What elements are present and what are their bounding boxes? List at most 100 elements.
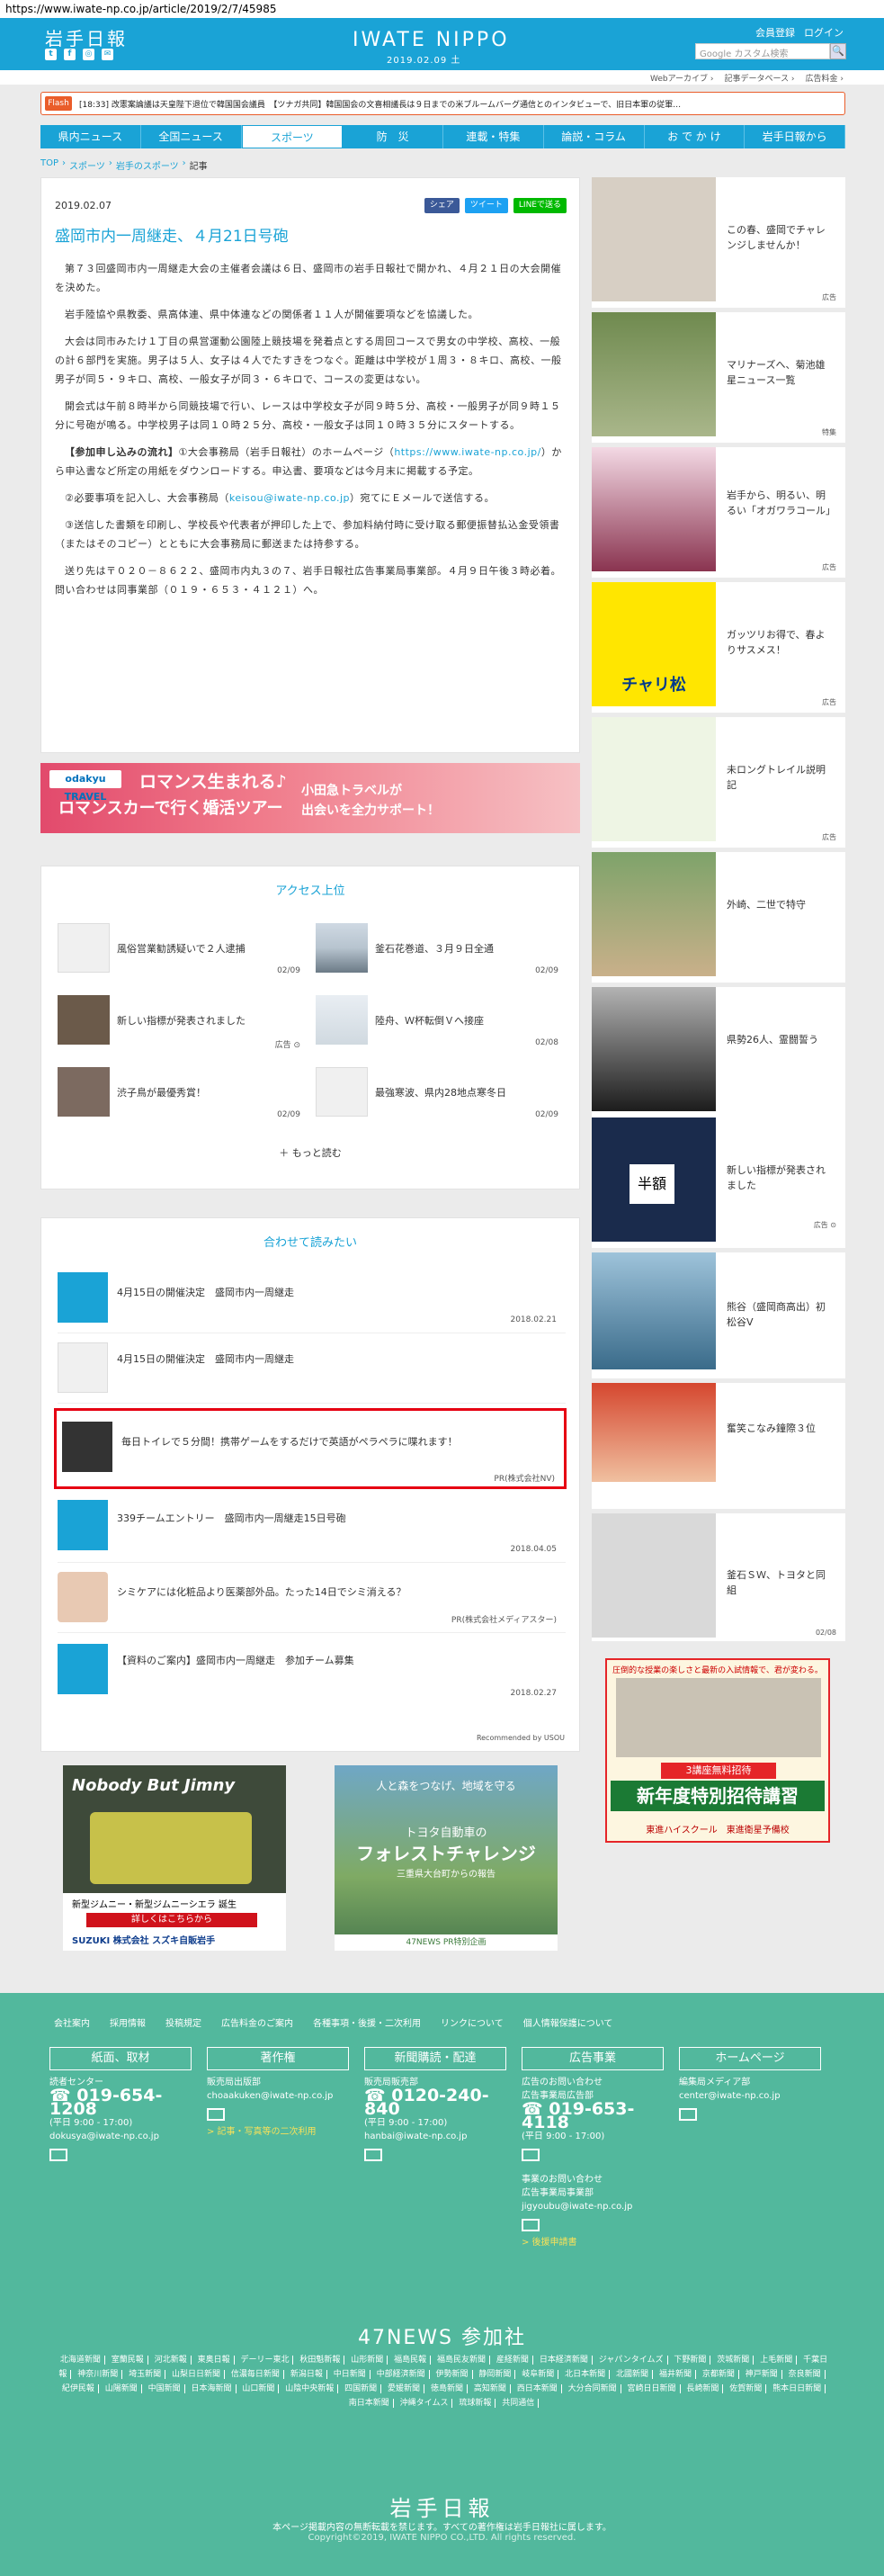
gnav-sports[interactable]: スポーツ — [241, 125, 344, 148]
ranking-item[interactable]: 陸舟、Ｗ杯転倒Ｖへ接座 02/08 — [316, 988, 558, 1047]
side-item[interactable]: チャリ松 ガッツリお得で、春よりサスメス！ 広告 — [592, 582, 845, 713]
email-link[interactable]: keisou@iwate-np.co.jp — [229, 492, 350, 504]
toyota-forest-ad[interactable]: 人と森をつなげ、地域を守る トヨタ自動車の フォレストチャレンジ 三重県大台町か… — [335, 1765, 558, 1951]
homepage-link[interactable]: https://www.iwate-np.co.jp/ — [394, 446, 541, 458]
mail-icon[interactable] — [679, 2108, 697, 2121]
47news-member-link[interactable]: 上毛新聞 — [756, 2356, 798, 2365]
footer-link-company[interactable]: 会社案内 — [54, 2015, 90, 2029]
facebook-share-button[interactable]: シェア — [424, 198, 460, 213]
47news-member-link[interactable]: 福井新聞 — [655, 2370, 696, 2379]
47news-member-link[interactable]: 岐阜新聞 — [518, 2370, 559, 2379]
47news-member-link[interactable]: 山梨日日新聞 — [168, 2370, 226, 2379]
47news-member-link[interactable]: 静岡新聞 — [475, 2370, 516, 2379]
47news-member-link[interactable]: 下野新聞 — [670, 2356, 711, 2365]
member-register-link[interactable]: 会員登録 — [755, 25, 795, 40]
twitter-share-button[interactable]: ツイート — [464, 198, 508, 213]
47news-member-link[interactable]: 伊勢新聞 — [432, 2370, 473, 2379]
47news-member-link[interactable]: 中部経済新聞 — [372, 2370, 430, 2379]
footer-link-privacy[interactable]: 個人情報保護について — [523, 2015, 613, 2029]
47news-member-link[interactable]: ジャパンタイムズ — [594, 2356, 668, 2365]
related-item[interactable]: 4月15日の開催決定 盛岡市内一周継走 2018.02.21 — [58, 1263, 566, 1333]
gnav-prefecture-news[interactable]: 県内ニュース — [40, 125, 141, 148]
related-item[interactable]: 4月15日の開催決定 盛岡市内一周継走 — [58, 1333, 566, 1404]
47news-member-link[interactable]: 福島民友新聞 — [433, 2356, 491, 2365]
side-item[interactable]: 半額 新しい指標が発表されました 広告 ⊙ — [592, 1117, 845, 1248]
ranking-item[interactable]: 最強寒波、県内28地点寒冬日 02/09 — [316, 1060, 558, 1119]
side-item[interactable]: マリナーズへ、菊池雄星ニュース一覧 特集 — [592, 312, 845, 443]
footer-link-submission[interactable]: 投稿規定 — [165, 2015, 201, 2029]
47news-member-link[interactable]: 山陰中央新報 — [281, 2384, 339, 2393]
mail-icon[interactable] — [49, 2149, 67, 2161]
ranking-item[interactable]: 新しい指標が発表されました 広告 ⊙ — [58, 988, 300, 1050]
footer-email[interactable]: dokusya@iwate-np.co.jp — [49, 2130, 192, 2143]
47news-member-link[interactable]: 日本経済新聞 — [535, 2356, 593, 2365]
gnav-editorial[interactable]: 論説・コラム — [544, 125, 645, 148]
47news-member-link[interactable]: 新潟日報 — [286, 2370, 327, 2379]
ranking-item[interactable]: 釜石花巻道、３月９日全通 02/09 — [316, 916, 558, 975]
mail-icon[interactable] — [522, 2219, 540, 2231]
more-button[interactable]: ＋ もっと読む — [41, 1145, 579, 1160]
47news-member-link[interactable]: 秋田魁新報 — [296, 2356, 345, 2365]
recommended-by[interactable]: Recommended by USOU — [477, 1734, 565, 1742]
phone-number[interactable]: ☎ 0120-240-840 — [364, 2087, 506, 2118]
footer-link-linking[interactable]: リンクについて — [441, 2015, 504, 2029]
odakyu-ad-banner[interactable]: odakyu TRAVEL ロマンス生まれる♪ ロマンスカーで行く婚活ツアー 小… — [40, 763, 580, 833]
mail-icon[interactable]: ✉ — [102, 49, 113, 60]
login-link[interactable]: ログイン — [804, 25, 844, 40]
47news-member-link[interactable]: 東奥日報 — [193, 2356, 235, 2365]
47news-member-link[interactable]: 南日本新聞 — [344, 2399, 394, 2408]
47news-member-link[interactable]: 四国新聞 — [341, 2384, 382, 2393]
47news-member-link[interactable]: 共同通信 — [498, 2399, 540, 2408]
47news-member-link[interactable]: 高知新聞 — [469, 2384, 511, 2393]
related-item[interactable]: 【資料のご案内】盛岡市内一周継走 参加チーム募集 2018.02.27 — [58, 1633, 566, 1705]
flash-news-bar[interactable]: Flash [18:33] 改憲案論議は天皇陛下退位で韓国国会議員 【ツナガ共同… — [40, 92, 845, 115]
footer-link-recruit[interactable]: 採用情報 — [110, 2015, 146, 2029]
47news-member-link[interactable]: 日本海新聞 — [187, 2384, 237, 2393]
47news-member-link[interactable]: 沖縄タイムス — [396, 2399, 453, 2408]
search-input[interactable]: Google カスタム検索 — [695, 43, 830, 59]
gnav-from-nippo[interactable]: 岩手日報から — [745, 125, 845, 148]
gnav-outing[interactable]: お で か け — [645, 125, 746, 148]
ranking-item[interactable]: 風俗営業勧誘疑いで２人逮捕 02/09 — [58, 916, 300, 975]
subnav-link-archive[interactable]: Webアーカイブ › — [650, 72, 714, 84]
47news-member-link[interactable]: 琉球新報 — [455, 2399, 496, 2408]
breadcrumb-top[interactable]: TOP — [40, 158, 58, 172]
side-item[interactable]: 奮笑こなみ鐘際３位 — [592, 1383, 845, 1509]
gnav-disaster[interactable]: 防 災 — [343, 125, 443, 148]
search-button[interactable]: 🔍 — [830, 43, 846, 59]
highlighted-pr-item[interactable]: 毎日トイレで５分間！携帯ゲームをするだけで英語がペラペラに喋れます！ PR(株式… — [54, 1408, 567, 1489]
gnav-national-news[interactable]: 全国ニュース — [141, 125, 242, 148]
mail-icon[interactable] — [364, 2149, 382, 2161]
subnav-link-ad-rate[interactable]: 広告料金 › — [806, 72, 844, 84]
mail-icon[interactable] — [522, 2149, 540, 2161]
twitter-icon[interactable]: t — [45, 49, 57, 60]
ranking-item[interactable]: 渋子鳥が最優秀賞！ 02/09 — [58, 1060, 300, 1119]
47news-member-link[interactable]: 大分合同新聞 — [564, 2384, 621, 2393]
47news-member-link[interactable]: 宮崎日日新聞 — [623, 2384, 681, 2393]
phone-number[interactable]: ☎ 019-654-1208 — [49, 2087, 192, 2118]
47news-member-link[interactable]: 室蘭民報 — [107, 2356, 148, 2365]
side-item[interactable]: この春、盛岡でチャレンジしませんか！ 広告 — [592, 177, 845, 308]
line-share-button[interactable]: LINEで送る — [513, 198, 567, 213]
47news-member-link[interactable]: 愛媛新聞 — [384, 2384, 425, 2393]
47news-member-link[interactable]: 中国新聞 — [144, 2384, 185, 2393]
facebook-icon[interactable]: f — [64, 49, 76, 60]
47news-member-link[interactable]: 北國新聞 — [612, 2370, 654, 2379]
47news-member-link[interactable]: 福島民報 — [390, 2356, 432, 2365]
suzuki-jimny-ad[interactable]: Nobody But Jimny 新型ジムニー・新型ジムニーシエラ 誕生 詳しく… — [63, 1765, 286, 1951]
side-item[interactable]: 県勢26人、霊闘誓う — [592, 987, 845, 1117]
47news-member-link[interactable]: 佐賀新聞 — [726, 2384, 767, 2393]
side-item[interactable]: 熊谷（盛岡商高出）初松谷V — [592, 1252, 845, 1378]
47news-member-link[interactable]: 茨城新聞 — [713, 2356, 755, 2365]
47news-member-link[interactable]: 河北新報 — [150, 2356, 192, 2365]
47news-member-link[interactable]: 産経新聞 — [492, 2356, 533, 2365]
47news-member-link[interactable]: 奈良新聞 — [784, 2370, 826, 2379]
47news-member-link[interactable]: 京都新聞 — [698, 2370, 739, 2379]
47news-member-link[interactable]: 北日本新聞 — [561, 2370, 611, 2379]
47news-member-link[interactable]: 熊本日日新聞 — [769, 2384, 826, 2393]
footer-email[interactable]: center@iwate-np.co.jp — [679, 2089, 821, 2103]
gnav-series[interactable]: 連載・特集 — [443, 125, 544, 148]
47news-member-link[interactable]: 北海道新聞 — [56, 2356, 105, 2365]
flash-text[interactable]: [18:33] 改憲案論議は天皇陛下退位で韓国国会議員 【ツナガ共同】韓国国会の… — [79, 98, 835, 111]
related-item[interactable]: シミケアには化粧品より医薬部外品。たった14日でシミ消える？ PR(株式会社メデ… — [58, 1563, 566, 1633]
